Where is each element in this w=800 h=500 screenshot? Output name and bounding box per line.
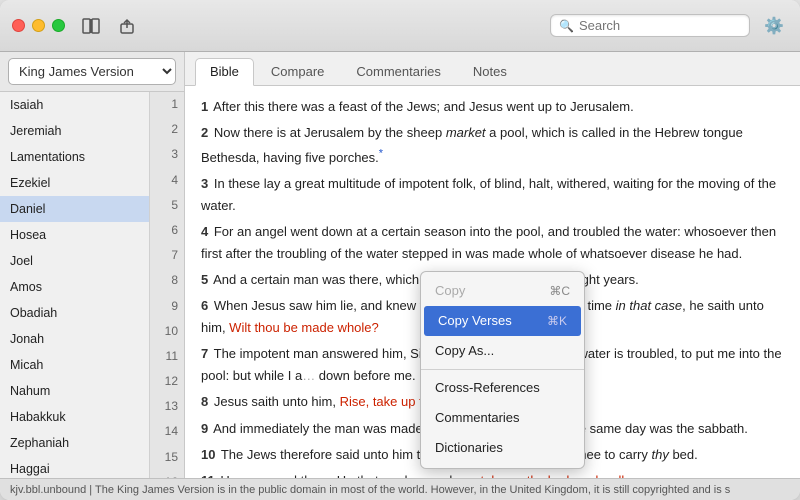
tab-compare[interactable]: Compare	[256, 58, 339, 85]
verse-num-5: 5	[201, 272, 208, 287]
book-number-13: 13	[150, 394, 184, 419]
sidebar-book-joel[interactable]: Joel	[0, 248, 149, 274]
content-area: BibleCompareCommentariesNotes 1 After th…	[185, 52, 800, 478]
book-numbers: 123456789101112131415161718192021	[149, 92, 184, 478]
sidebar-book-habakkuk[interactable]: Habakkuk	[0, 404, 149, 430]
sidebar-book-lamentations[interactable]: Lamentations	[0, 144, 149, 170]
version-select[interactable]: King James Version	[8, 58, 176, 85]
titlebar-icons	[77, 15, 141, 37]
menu-item-label: Copy Verses	[438, 310, 512, 332]
maximize-button[interactable]	[52, 19, 65, 32]
menu-item-cross-references[interactable]: Cross-References	[421, 373, 584, 403]
traffic-lights	[12, 19, 65, 32]
search-icon: 🔍	[559, 19, 574, 33]
verse-num-1: 1	[201, 99, 208, 114]
menu-item-label: Copy	[435, 280, 465, 302]
verse-num-10: 10	[201, 447, 215, 462]
tab-commentaries[interactable]: Commentaries	[341, 58, 456, 85]
minimize-button[interactable]	[32, 19, 45, 32]
verse-text-7b: down before me.	[315, 368, 415, 383]
sidebar: King James Version IsaiahJeremiahLamenta…	[0, 52, 185, 478]
book-number-4: 4	[150, 168, 184, 193]
menu-item-copy-as[interactable]: Copy As...	[421, 336, 584, 366]
verse-num-2: 2	[201, 125, 208, 140]
sidebar-book-jeremiah[interactable]: Jeremiah	[0, 118, 149, 144]
bible-text: 1 After this there was a feast of the Je…	[185, 86, 800, 478]
main-area: King James Version IsaiahJeremiahLamenta…	[0, 52, 800, 478]
book-number-7: 7	[150, 243, 184, 268]
book-number-14: 14	[150, 419, 184, 444]
titlebar: 🔍 ⚙️	[0, 0, 800, 52]
tab-notes[interactable]: Notes	[458, 58, 522, 85]
context-menu: Copy ⌘C Copy Verses ⌘K Copy As... Cross-Refer…	[420, 271, 585, 469]
sidebar-book-haggai[interactable]: Haggai	[0, 456, 149, 478]
menu-item-copy: Copy ⌘C	[421, 276, 584, 306]
tabs-bar: BibleCompareCommentariesNotes	[185, 52, 800, 86]
verse-text-2: Now there is at Jerusalem by the sheep m…	[201, 125, 743, 164]
search-bar[interactable]: 🔍	[550, 14, 750, 37]
book-number-1: 1	[150, 92, 184, 117]
search-input[interactable]	[579, 18, 741, 33]
sidebar-book-ezekiel[interactable]: Ezekiel	[0, 170, 149, 196]
verse-num-3: 3	[201, 176, 208, 191]
book-number-16: 16	[150, 470, 184, 478]
book-number-9: 9	[150, 294, 184, 319]
sidebar-book-hosea[interactable]: Hosea	[0, 222, 149, 248]
verse-text-3: In these lay a great multitude of impote…	[201, 176, 776, 213]
share-icon[interactable]	[113, 15, 141, 37]
close-button[interactable]	[12, 19, 25, 32]
book-number-3: 3	[150, 142, 184, 167]
menu-item-dictionaries[interactable]: Dictionaries	[421, 433, 584, 463]
app-window: 🔍 ⚙️ King James Version IsaiahJeremiahLa…	[0, 0, 800, 500]
sidebar-book-nahum[interactable]: Nahum	[0, 378, 149, 404]
status-text: kjv.bbl.unbound | The King James Version…	[10, 484, 730, 496]
book-number-12: 12	[150, 369, 184, 394]
verse-num-6: 6	[201, 298, 208, 313]
verse-text-11: He answered them, He that made me who	[220, 473, 464, 478]
verse-text-4: For an angel went down at a certain seas…	[201, 224, 776, 261]
verse-num-9: 9	[201, 421, 208, 436]
menu-item-label: Copy As...	[435, 340, 494, 362]
book-number-2: 2	[150, 117, 184, 142]
verse-num-7: 7	[201, 346, 208, 361]
book-list: IsaiahJeremiahLamentationsEzekielDanielH…	[0, 92, 184, 478]
book-number-6: 6	[150, 218, 184, 243]
verse-num-11: 11	[201, 473, 215, 478]
menu-shortcut: ⌘C	[549, 281, 570, 301]
sidebar-book-zephaniah[interactable]: Zephaniah	[0, 430, 149, 456]
menu-item-copy-verses[interactable]: Copy Verses ⌘K	[424, 306, 581, 336]
book-number-15: 15	[150, 445, 184, 470]
verse-text-1: After this there was a feast of the Jews…	[213, 99, 634, 114]
menu-item-label: Commentaries	[435, 407, 520, 429]
status-bar: kjv.bbl.unbound | The King James Version…	[0, 478, 800, 500]
book-number-5: 5	[150, 193, 184, 218]
sidebar-book-daniel[interactable]: Daniel	[0, 196, 149, 222]
verse-num-8: 8	[201, 394, 208, 409]
sidebar-book-amos[interactable]: Amos	[0, 274, 149, 300]
version-select-wrap: King James Version	[0, 52, 184, 92]
sidebar-book-micah[interactable]: Micah	[0, 352, 149, 378]
menu-divider	[421, 369, 584, 370]
gear-button[interactable]: ⚙️	[760, 12, 788, 40]
sidebar-book-jonah[interactable]: Jonah	[0, 326, 149, 352]
menu-item-label: Dictionaries	[435, 437, 503, 459]
sidebar-book-isaiah[interactable]: Isaiah	[0, 92, 149, 118]
menu-item-commentaries[interactable]: Commentaries	[421, 403, 584, 433]
book-number-8: 8	[150, 268, 184, 293]
tab-bible[interactable]: Bible	[195, 58, 254, 86]
verse-num-4: 4	[201, 224, 208, 239]
book-icon[interactable]	[77, 15, 105, 37]
sidebar-book-obadiah[interactable]: Obadiah	[0, 300, 149, 326]
book-names: IsaiahJeremiahLamentationsEzekielDanielH…	[0, 92, 149, 478]
menu-item-label: Cross-References	[435, 377, 540, 399]
book-number-10: 10	[150, 319, 184, 344]
book-number-11: 11	[150, 344, 184, 369]
menu-shortcut: ⌘K	[547, 311, 567, 331]
